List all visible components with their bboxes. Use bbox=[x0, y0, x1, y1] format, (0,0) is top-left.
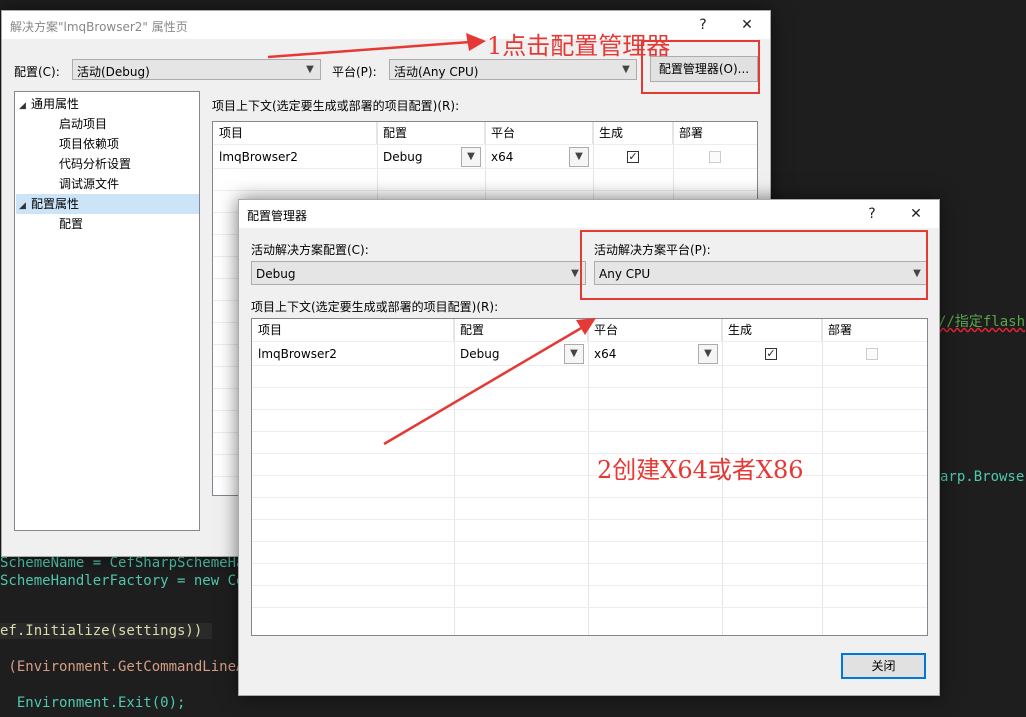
code-line: SchemeName = CefSharpSchemeHan bbox=[0, 555, 253, 571]
close-button[interactable]: ✕ bbox=[905, 204, 927, 224]
code-line: (Environment.GetCommandLineAr bbox=[0, 659, 253, 675]
property-tree[interactable]: ◢ 通用属性 启动项目 项目依赖项 代码分析设置 调试源文件 ◢ 配置属性 配置 bbox=[14, 91, 200, 531]
code-line: ef.Initialize(settings)) bbox=[0, 623, 212, 639]
col-header-config: 配置 bbox=[377, 122, 485, 144]
highlight-active-platform bbox=[580, 230, 928, 300]
col-header-project: 项目 bbox=[213, 122, 377, 144]
cell-project: lmqBrowser2 bbox=[258, 347, 337, 361]
tree-item-project-dependencies[interactable]: 项目依赖项 bbox=[59, 134, 119, 154]
config-select[interactable]: 活动(Debug) ▼ bbox=[72, 59, 321, 80]
chevron-down-icon: ▼ bbox=[564, 344, 584, 364]
config-label: 配置(C): bbox=[14, 65, 60, 79]
chevron-down-icon: ▼ bbox=[461, 147, 481, 167]
tree-item-debug-source-files[interactable]: 调试源文件 bbox=[59, 174, 119, 194]
tree-item-configuration[interactable]: 配置 bbox=[59, 214, 83, 234]
platform-label: 平台(P): bbox=[332, 65, 377, 79]
col-header-build: 生成 bbox=[722, 319, 822, 341]
dialog-title: 配置管理器 bbox=[247, 209, 308, 223]
build-checkbox[interactable]: ✓ bbox=[765, 348, 777, 360]
annotation-step2: 2创建X64或者X86 bbox=[597, 456, 804, 484]
annotation-step1: 1点击配置管理器 bbox=[487, 32, 671, 60]
col-header-deploy: 部署 bbox=[822, 319, 927, 341]
code-line: Environment.Exit(0); bbox=[0, 695, 186, 711]
col-header-deploy: 部署 bbox=[673, 122, 757, 144]
cell-config-select[interactable]: Debug ▼ bbox=[458, 344, 584, 364]
tree-item-common-properties[interactable]: ◢ 通用属性 bbox=[19, 94, 197, 114]
tree-item-code-analysis[interactable]: 代码分析设置 bbox=[59, 154, 131, 174]
col-header-platform: 平台 bbox=[588, 319, 722, 341]
triangle-down-icon: ◢ bbox=[19, 201, 26, 211]
platform-select[interactable]: 活动(Any CPU) ▼ bbox=[389, 59, 637, 80]
deploy-checkbox bbox=[709, 151, 721, 163]
chevron-down-icon: ▼ bbox=[569, 147, 589, 167]
build-checkbox[interactable]: ✓ bbox=[627, 151, 639, 163]
tree-item-config-properties[interactable]: ◢ 配置属性 bbox=[16, 194, 199, 214]
close-button[interactable]: ✕ bbox=[736, 15, 758, 35]
cell-project: lmqBrowser2 bbox=[219, 150, 298, 164]
cell-config-select[interactable]: Debug ▼ bbox=[381, 147, 481, 167]
help-button[interactable]: ? bbox=[861, 204, 883, 224]
triangle-down-icon: ◢ bbox=[19, 101, 26, 111]
active-config-label: 活动解决方案配置(C): bbox=[251, 243, 369, 257]
chevron-down-icon: ▼ bbox=[698, 344, 718, 364]
project-context-grid[interactable]: 项目 配置 平台 生成 部署 lmqBrowser2 Debug ▼ x64 ▼… bbox=[251, 318, 928, 636]
col-header-project: 项目 bbox=[252, 319, 454, 341]
chevron-down-icon: ▼ bbox=[622, 64, 630, 75]
cell-platform-select[interactable]: x64 ▼ bbox=[489, 147, 589, 167]
cell-platform-select[interactable]: x64 ▼ bbox=[592, 344, 718, 364]
grid-caption: 项目上下文(选定要生成或部署的项目配置)(R): bbox=[212, 99, 460, 113]
code-line: SchemeHandlerFactory = new Cef bbox=[0, 573, 253, 589]
dialog-title: 解决方案"lmqBrowser2" 属性页 bbox=[10, 20, 188, 34]
close-dialog-button[interactable]: 关闭 bbox=[841, 653, 926, 679]
title-bar: 配置管理器 ? ✕ bbox=[239, 200, 939, 228]
col-header-platform: 平台 bbox=[485, 122, 593, 144]
tree-item-startup-project[interactable]: 启动项目 bbox=[59, 114, 107, 134]
grid-caption: 项目上下文(选定要生成或部署的项目配置)(R): bbox=[251, 300, 499, 314]
help-button[interactable]: ? bbox=[692, 15, 714, 35]
col-header-config: 配置 bbox=[454, 319, 588, 341]
chevron-down-icon: ▼ bbox=[306, 64, 314, 75]
deploy-checkbox bbox=[866, 348, 878, 360]
active-config-select[interactable]: Debug ▼ bbox=[251, 261, 586, 285]
col-header-build: 生成 bbox=[593, 122, 673, 144]
code-line: arp.BrowserS bbox=[940, 469, 1026, 485]
code-line: //指定flash bbox=[938, 314, 1026, 330]
